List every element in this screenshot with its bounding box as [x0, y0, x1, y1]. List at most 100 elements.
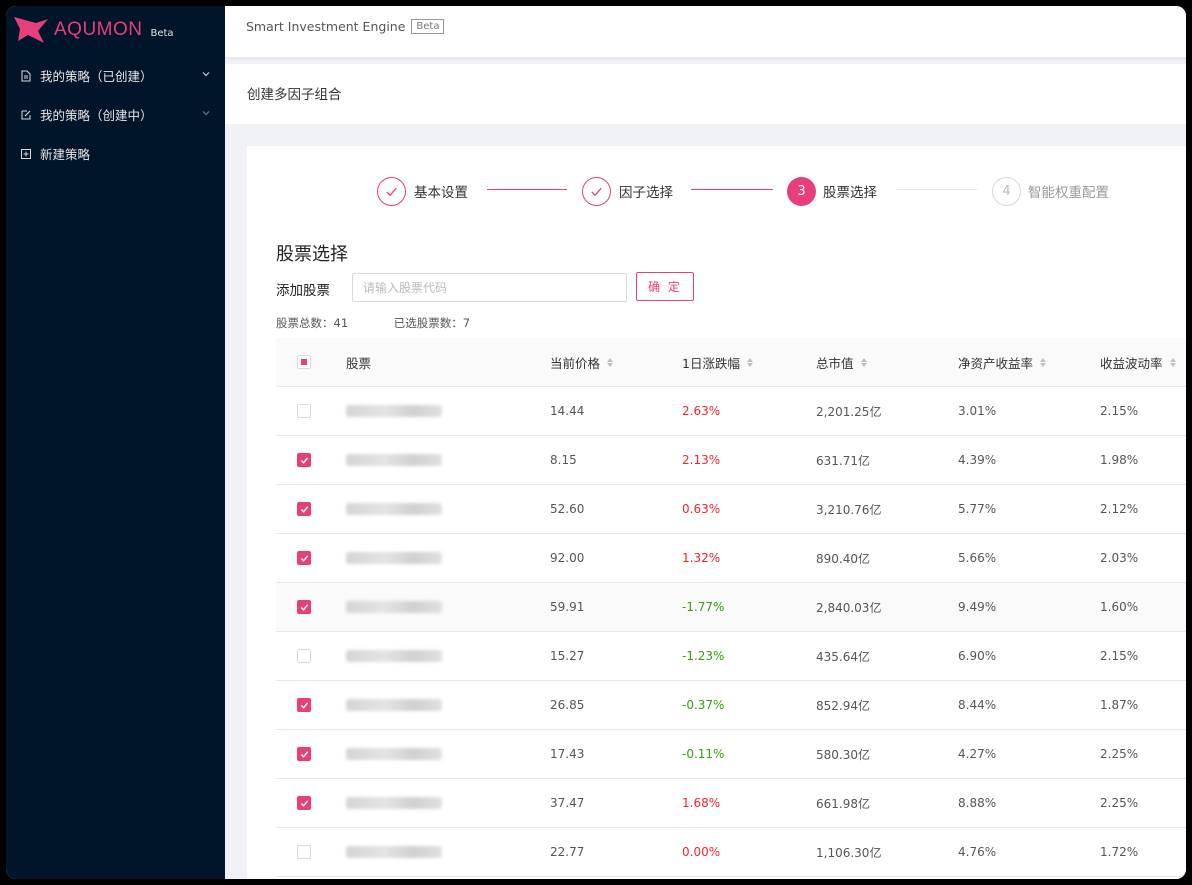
step-3-number: 3 [787, 177, 816, 206]
sort-icon[interactable] [746, 357, 753, 367]
top-bar: Smart Investment Engine Beta [225, 6, 1186, 58]
volatility-cell: 2.25% [1100, 796, 1139, 810]
table-row[interactable]: 14.44 2.63% 2,201.25亿 3.01% 2.15% [276, 387, 1186, 436]
row-checkbox[interactable] [297, 730, 311, 778]
price-cell: 59.91 [550, 600, 585, 614]
table-row[interactable]: 22.77 0.00% 1,106.30亿 4.76% 1.72% [276, 828, 1186, 877]
sidebar-item-label: 新建策略 [40, 147, 91, 162]
volatility-cell: 1.72% [1100, 845, 1139, 859]
change-cell: 2.13% [682, 453, 721, 467]
brand-name: AQUMON [54, 19, 143, 40]
change-cell: -0.37% [682, 698, 725, 712]
main-area: Smart Investment Engine Beta 创建多因子组合 基本设… [225, 6, 1186, 879]
row-checkbox[interactable] [297, 632, 311, 680]
column-header-roe[interactable]: 净资产收益率 [958, 338, 1047, 386]
sort-icon[interactable] [1040, 357, 1047, 367]
stock-name-redacted [346, 779, 442, 827]
stock-code-input[interactable] [352, 273, 627, 302]
market-cap-cell: 852.94亿 [816, 698, 870, 713]
stock-name-redacted [346, 828, 442, 876]
row-checkbox[interactable] [297, 681, 311, 729]
price-cell: 92.00 [550, 551, 585, 565]
table-row[interactable]: 59.91 -1.77% 2,840.03亿 9.49% 1.60% [276, 583, 1186, 632]
row-checkbox[interactable] [297, 828, 311, 876]
table-header: 股票 当前价格 1日涨跌幅 总市值 净资产收益率 收益波动率 [276, 338, 1186, 387]
column-header-market-cap[interactable]: 总市值 [816, 338, 867, 386]
section-title: 股票选择 [276, 244, 348, 265]
table-row[interactable]: 26.85 -0.37% 852.94亿 8.44% 1.87% [276, 681, 1186, 730]
change-cell: 1.32% [682, 551, 721, 565]
stock-name-redacted [346, 681, 442, 729]
volatility-cell: 1.60% [1100, 600, 1139, 614]
aqumon-logo-icon [14, 17, 48, 43]
price-cell: 22.77 [550, 845, 585, 859]
content-card: 基本设置 因子选择 3 股票选择 4 智能权重配置 股票选择 添加股票 确 定 … [247, 146, 1186, 879]
market-cap-cell: 2,201.25亿 [816, 404, 882, 419]
sidebar-item-my-strategies-created[interactable]: 我的策略（已创建） [6, 56, 225, 95]
price-cell: 8.15 [550, 453, 577, 467]
roe-cell: 4.76% [958, 845, 997, 859]
change-cell: 2.63% [682, 404, 721, 418]
stock-name-redacted [346, 583, 442, 631]
roe-cell: 5.77% [958, 502, 997, 516]
roe-cell: 9.49% [958, 600, 997, 614]
step-4-number: 4 [992, 177, 1021, 206]
table-row[interactable]: 15.27 -1.23% 435.64亿 6.90% 2.15% [276, 632, 1186, 681]
chevron-down-icon [202, 111, 210, 116]
row-checkbox[interactable] [297, 583, 311, 631]
column-header-stock: 股票 [346, 355, 372, 371]
chevron-down-icon [202, 72, 210, 77]
market-cap-cell: 435.64亿 [816, 649, 870, 664]
table-row[interactable]: 17.43 -0.11% 580.30亿 4.27% 2.25% [276, 730, 1186, 779]
table-row[interactable]: 52.60 0.63% 3,210.76亿 5.77% 2.12% [276, 485, 1186, 534]
add-stock-label: 添加股票 [276, 283, 330, 299]
change-cell: -0.11% [682, 747, 725, 761]
volatility-cell: 2.12% [1100, 502, 1139, 516]
column-header-price[interactable]: 当前价格 [550, 338, 614, 386]
sidebar-item-my-strategies-in-progress[interactable]: 我的策略（创建中） [6, 95, 225, 134]
sort-icon[interactable] [607, 357, 614, 367]
page-title: 创建多因子组合 [247, 87, 342, 103]
edit-icon [20, 109, 32, 121]
stock-name-redacted [346, 436, 442, 484]
price-cell: 15.27 [550, 649, 585, 663]
app-window: AQUMON Beta 我的策略（已创建） 我的策略（创建中） 新建策略 Sma… [6, 6, 1186, 879]
stock-name-redacted [346, 534, 442, 582]
change-cell: 0.00% [682, 845, 721, 859]
change-cell: -1.77% [682, 600, 725, 614]
table-row[interactable]: 8.15 2.13% 631.71亿 4.39% 1.98% [276, 436, 1186, 485]
row-checkbox[interactable] [297, 485, 311, 533]
column-header-volatility[interactable]: 收益波动率 [1100, 338, 1176, 386]
roe-cell: 6.90% [958, 649, 997, 663]
column-header-change[interactable]: 1日涨跌幅 [682, 338, 753, 386]
product-title: Smart Investment Engine Beta [246, 19, 445, 34]
change-cell: 0.63% [682, 502, 721, 516]
market-cap-cell: 3,210.76亿 [816, 502, 882, 517]
stock-counts: 股票总数：41 已选股票数：7 [276, 315, 470, 331]
table-row[interactable]: 37.47 1.68% 661.98亿 8.88% 2.25% [276, 779, 1186, 828]
brand-badge: Beta [150, 27, 174, 39]
sidebar-item-label: 我的策略（已创建） [40, 69, 153, 84]
selected-count: 已选股票数：7 [393, 316, 471, 330]
sidebar-item-new-strategy[interactable]: 新建策略 [6, 134, 225, 173]
volatility-cell: 2.03% [1100, 551, 1139, 565]
volatility-cell: 2.25% [1100, 747, 1139, 761]
volatility-cell: 2.15% [1100, 649, 1139, 663]
market-cap-cell: 1,106.30亿 [816, 845, 882, 860]
row-checkbox[interactable] [297, 534, 311, 582]
table-row[interactable]: 92.00 1.32% 890.40亿 5.66% 2.03% [276, 534, 1186, 583]
row-checkbox[interactable] [297, 779, 311, 827]
confirm-button[interactable]: 确 定 [636, 272, 694, 301]
row-checkbox[interactable] [297, 436, 311, 484]
sort-icon[interactable] [1169, 357, 1176, 367]
row-checkbox[interactable] [297, 387, 311, 435]
sidebar: AQUMON Beta 我的策略（已创建） 我的策略（创建中） 新建策略 [6, 6, 225, 879]
sort-icon[interactable] [860, 357, 867, 367]
sidebar-menu: 我的策略（已创建） 我的策略（创建中） 新建策略 [6, 56, 225, 173]
file-icon [20, 70, 32, 82]
volatility-cell: 1.98% [1100, 453, 1139, 467]
step-2-check-icon [582, 177, 611, 206]
step-connector [691, 189, 773, 190]
logo[interactable]: AQUMON Beta [14, 13, 174, 47]
select-all-checkbox[interactable] [297, 338, 311, 386]
